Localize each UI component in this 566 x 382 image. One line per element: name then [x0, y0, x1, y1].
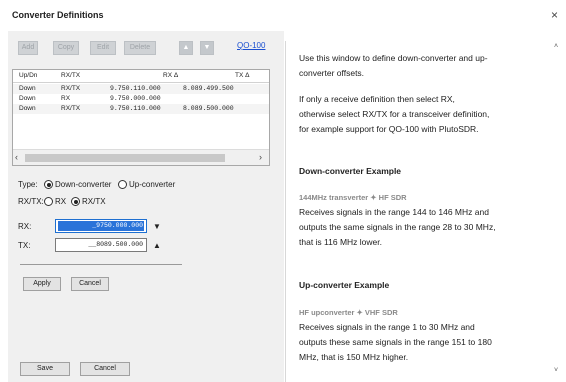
table-header: Up/Dn RX/TX RX Δ TX Δ: [13, 70, 269, 83]
rx-field-label: RX:: [18, 222, 32, 231]
edit-button[interactable]: Edit: [90, 41, 116, 55]
up-converter-radio[interactable]: [118, 180, 127, 189]
down-converter-heading: Down-converter Example: [299, 166, 402, 176]
row-rxtx: RX/TX: [61, 105, 81, 112]
table-row[interactable]: Down RX/TX 9.750.110.000 8.089.500.000: [13, 104, 269, 114]
table-row[interactable]: Down RX 9.750.000.000: [13, 94, 269, 104]
row-updn: Down: [19, 85, 36, 92]
help-pane: Use this window to define down-converter…: [285, 41, 566, 382]
rxtx-label: RX/TX:: [18, 197, 44, 206]
up-converter-heading: Up-converter Example: [299, 280, 390, 290]
column-header-rxtx[interactable]: RX/TX: [61, 70, 80, 82]
help-vertical-scrollbar[interactable]: ˄ ˅: [552, 41, 564, 382]
form-separator: [20, 264, 182, 265]
rx-radio[interactable]: [44, 197, 53, 206]
rx-spin-down-icon[interactable]: ▼: [153, 222, 161, 231]
row-rx-delta: 9.750.110.000: [110, 105, 161, 112]
bottom-cancel-button[interactable]: Cancel: [80, 362, 130, 376]
up-converter-label[interactable]: Up-converter: [129, 180, 175, 189]
row-tx-delta: 8.089.499.500: [183, 85, 234, 92]
move-down-icon[interactable]: ▼: [200, 41, 214, 55]
up-example-line-2: outputs these same signals in the range …: [299, 337, 492, 347]
move-up-icon[interactable]: ▲: [179, 41, 193, 55]
rx-option-label[interactable]: RX: [55, 197, 66, 206]
delete-button[interactable]: Delete: [124, 41, 156, 55]
column-header-tx-delta[interactable]: TX Δ: [235, 70, 249, 82]
qo100-link[interactable]: QO-100: [237, 41, 265, 50]
down-converter-label[interactable]: Down-converter: [55, 180, 111, 189]
title-bar: Converter Definitions ×: [0, 0, 566, 30]
table-row[interactable]: Down RX/TX 9.750.110.000 8.089.499.500: [13, 84, 269, 94]
down-example-line-1: Receives signals in the range 144 to 146…: [299, 207, 489, 217]
tx-frequency-field[interactable]: __8089.500.000: [55, 238, 147, 252]
column-header-updn[interactable]: Up/Dn: [19, 70, 37, 82]
row-tx-delta: 8.089.500.000: [183, 105, 234, 112]
scroll-left-icon[interactable]: ‹: [15, 152, 18, 162]
row-rx-delta: 9.750.000.000: [110, 95, 161, 102]
type-label: Type:: [18, 180, 38, 189]
down-example-line-3: that is 116 MHz lower.: [299, 237, 382, 247]
rxtx-option-label[interactable]: RX/TX: [82, 197, 106, 206]
horizontal-scrollbar[interactable]: ‹ ›: [13, 149, 269, 165]
tx-spin-up-icon[interactable]: ▲: [153, 241, 161, 250]
row-rx-delta: 9.750.110.000: [110, 85, 161, 92]
add-button[interactable]: Add: [18, 41, 38, 55]
column-header-rx-delta[interactable]: RX Δ: [163, 70, 178, 82]
help-intro-line-1: Use this window to define down-converter…: [299, 53, 488, 63]
help-rx-line-3: for example support for QO-100 with Plut…: [299, 124, 479, 134]
close-icon[interactable]: ×: [551, 8, 558, 22]
down-converter-example-title: 144MHz transverter ✦ HF SDR: [299, 193, 407, 202]
scroll-up-icon[interactable]: ˄: [554, 43, 558, 50]
window-title: Converter Definitions: [12, 10, 104, 20]
row-rxtx: RX/TX: [61, 85, 81, 92]
left-pane: Add Copy Edit Delete ▲ ▼ QO-100 Up/Dn RX…: [8, 31, 284, 382]
row-updn: Down: [19, 105, 36, 112]
up-example-line-1: Receives signals in the range 1 to 30 MH…: [299, 322, 475, 332]
copy-button[interactable]: Copy: [53, 41, 79, 55]
save-button[interactable]: Save: [20, 362, 70, 376]
up-converter-example-title: HF upconverter ✦ VHF SDR: [299, 308, 398, 317]
scroll-right-icon[interactable]: ›: [259, 152, 262, 162]
apply-button[interactable]: Apply: [23, 277, 61, 291]
cancel-button[interactable]: Cancel: [71, 277, 109, 291]
help-intro-line-2: converter offsets.: [299, 68, 365, 78]
help-rx-line-1: If only a receive definition then select…: [299, 94, 455, 104]
rxtx-radio[interactable]: [71, 197, 80, 206]
up-example-line-3: MHz, that is 150 MHz higher.: [299, 352, 409, 362]
down-converter-radio[interactable]: [44, 180, 53, 189]
down-example-line-2: outputs the same signals in the range 28…: [299, 222, 496, 232]
rx-frequency-field[interactable]: _9750.000.000: [55, 219, 147, 233]
scroll-down-icon[interactable]: ˅: [554, 367, 558, 374]
converter-table[interactable]: Up/Dn RX/TX RX Δ TX Δ Down RX/TX 9.750.1…: [12, 69, 270, 166]
row-updn: Down: [19, 95, 36, 102]
tx-field-label: TX:: [18, 241, 31, 250]
help-rx-line-2: otherwise select RX/TX for a transceiver…: [299, 109, 490, 119]
row-rxtx: RX: [61, 95, 71, 102]
rx-frequency-value: _9750.000.000: [58, 221, 144, 231]
scroll-thumb[interactable]: [25, 154, 225, 162]
